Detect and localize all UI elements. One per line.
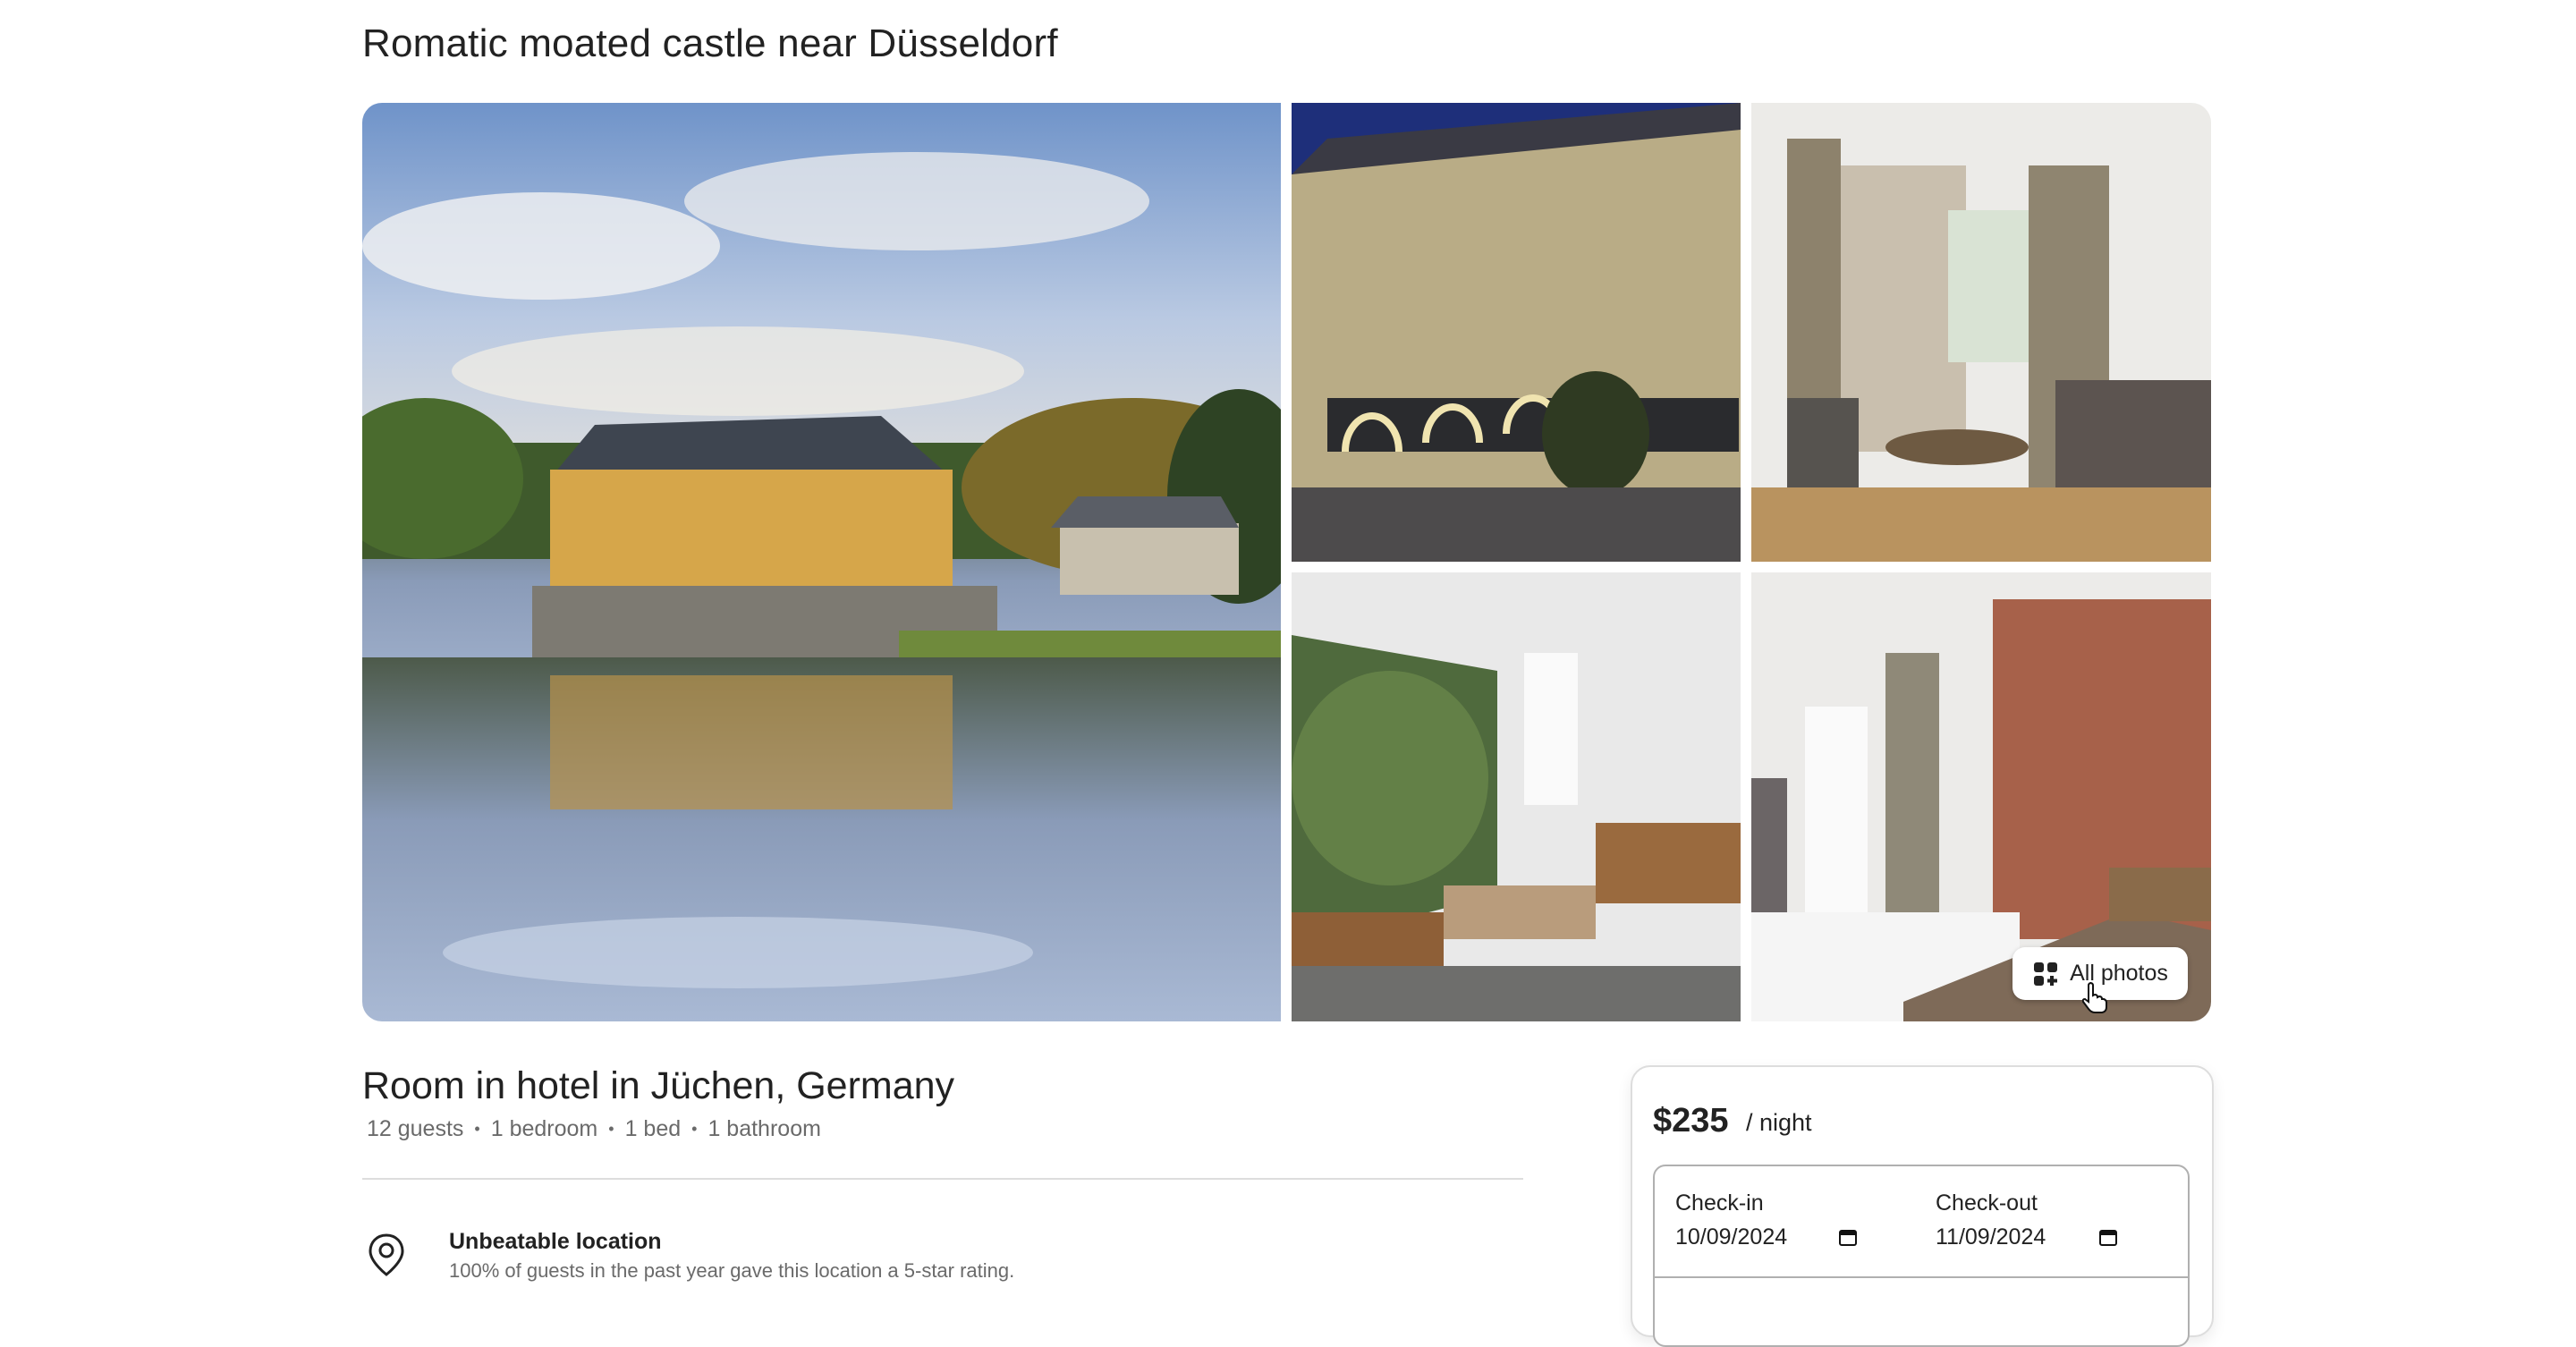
fact-beds: 1 bed	[624, 1116, 682, 1141]
fact-separator: •	[474, 1120, 480, 1138]
listing-facts: 12 guests • 1 bedroom • 1 bed • 1 bathroom	[367, 1116, 821, 1142]
pointer-cursor-icon	[2082, 982, 2107, 1013]
photo-room-window[interactable]	[1751, 103, 2211, 562]
fact-separator: •	[691, 1120, 698, 1138]
highlight-title: Unbeatable location	[449, 1229, 662, 1254]
nightly-price: $235	[1653, 1102, 1729, 1139]
calendar-icon[interactable]	[2098, 1227, 2118, 1247]
fact-bedrooms: 1 bedroom	[490, 1116, 598, 1141]
listing-subtitle: Room in hotel in Jüchen, Germany	[362, 1064, 955, 1107]
page-title: Romatic moated castle near Düsseldorf	[362, 21, 1058, 65]
price-unit: / night	[1746, 1109, 1812, 1136]
location-pin-icon	[369, 1233, 404, 1276]
calendar-icon[interactable]	[1838, 1227, 1858, 1247]
photo-courtyard-night[interactable]	[1292, 103, 1741, 562]
grid-icon	[2034, 962, 2058, 986]
photo-lounge[interactable]	[1292, 572, 1741, 1021]
date-picker-divider	[1653, 1276, 2188, 1278]
checkout-input[interactable]: 11/09/2024	[1936, 1224, 2046, 1250]
section-divider	[362, 1178, 1523, 1180]
checkin-label: Check-in	[1675, 1190, 1764, 1216]
fact-guests: 12 guests	[367, 1116, 464, 1141]
checkin-input[interactable]: 10/09/2024	[1675, 1224, 1787, 1250]
fact-bathrooms: 1 bathroom	[708, 1116, 821, 1141]
highlight-description: 100% of guests in the past year gave thi…	[449, 1259, 1015, 1282]
checkout-label: Check-out	[1936, 1190, 2038, 1216]
photo-castle-exterior[interactable]	[362, 103, 1281, 1021]
fact-separator: •	[608, 1120, 614, 1138]
